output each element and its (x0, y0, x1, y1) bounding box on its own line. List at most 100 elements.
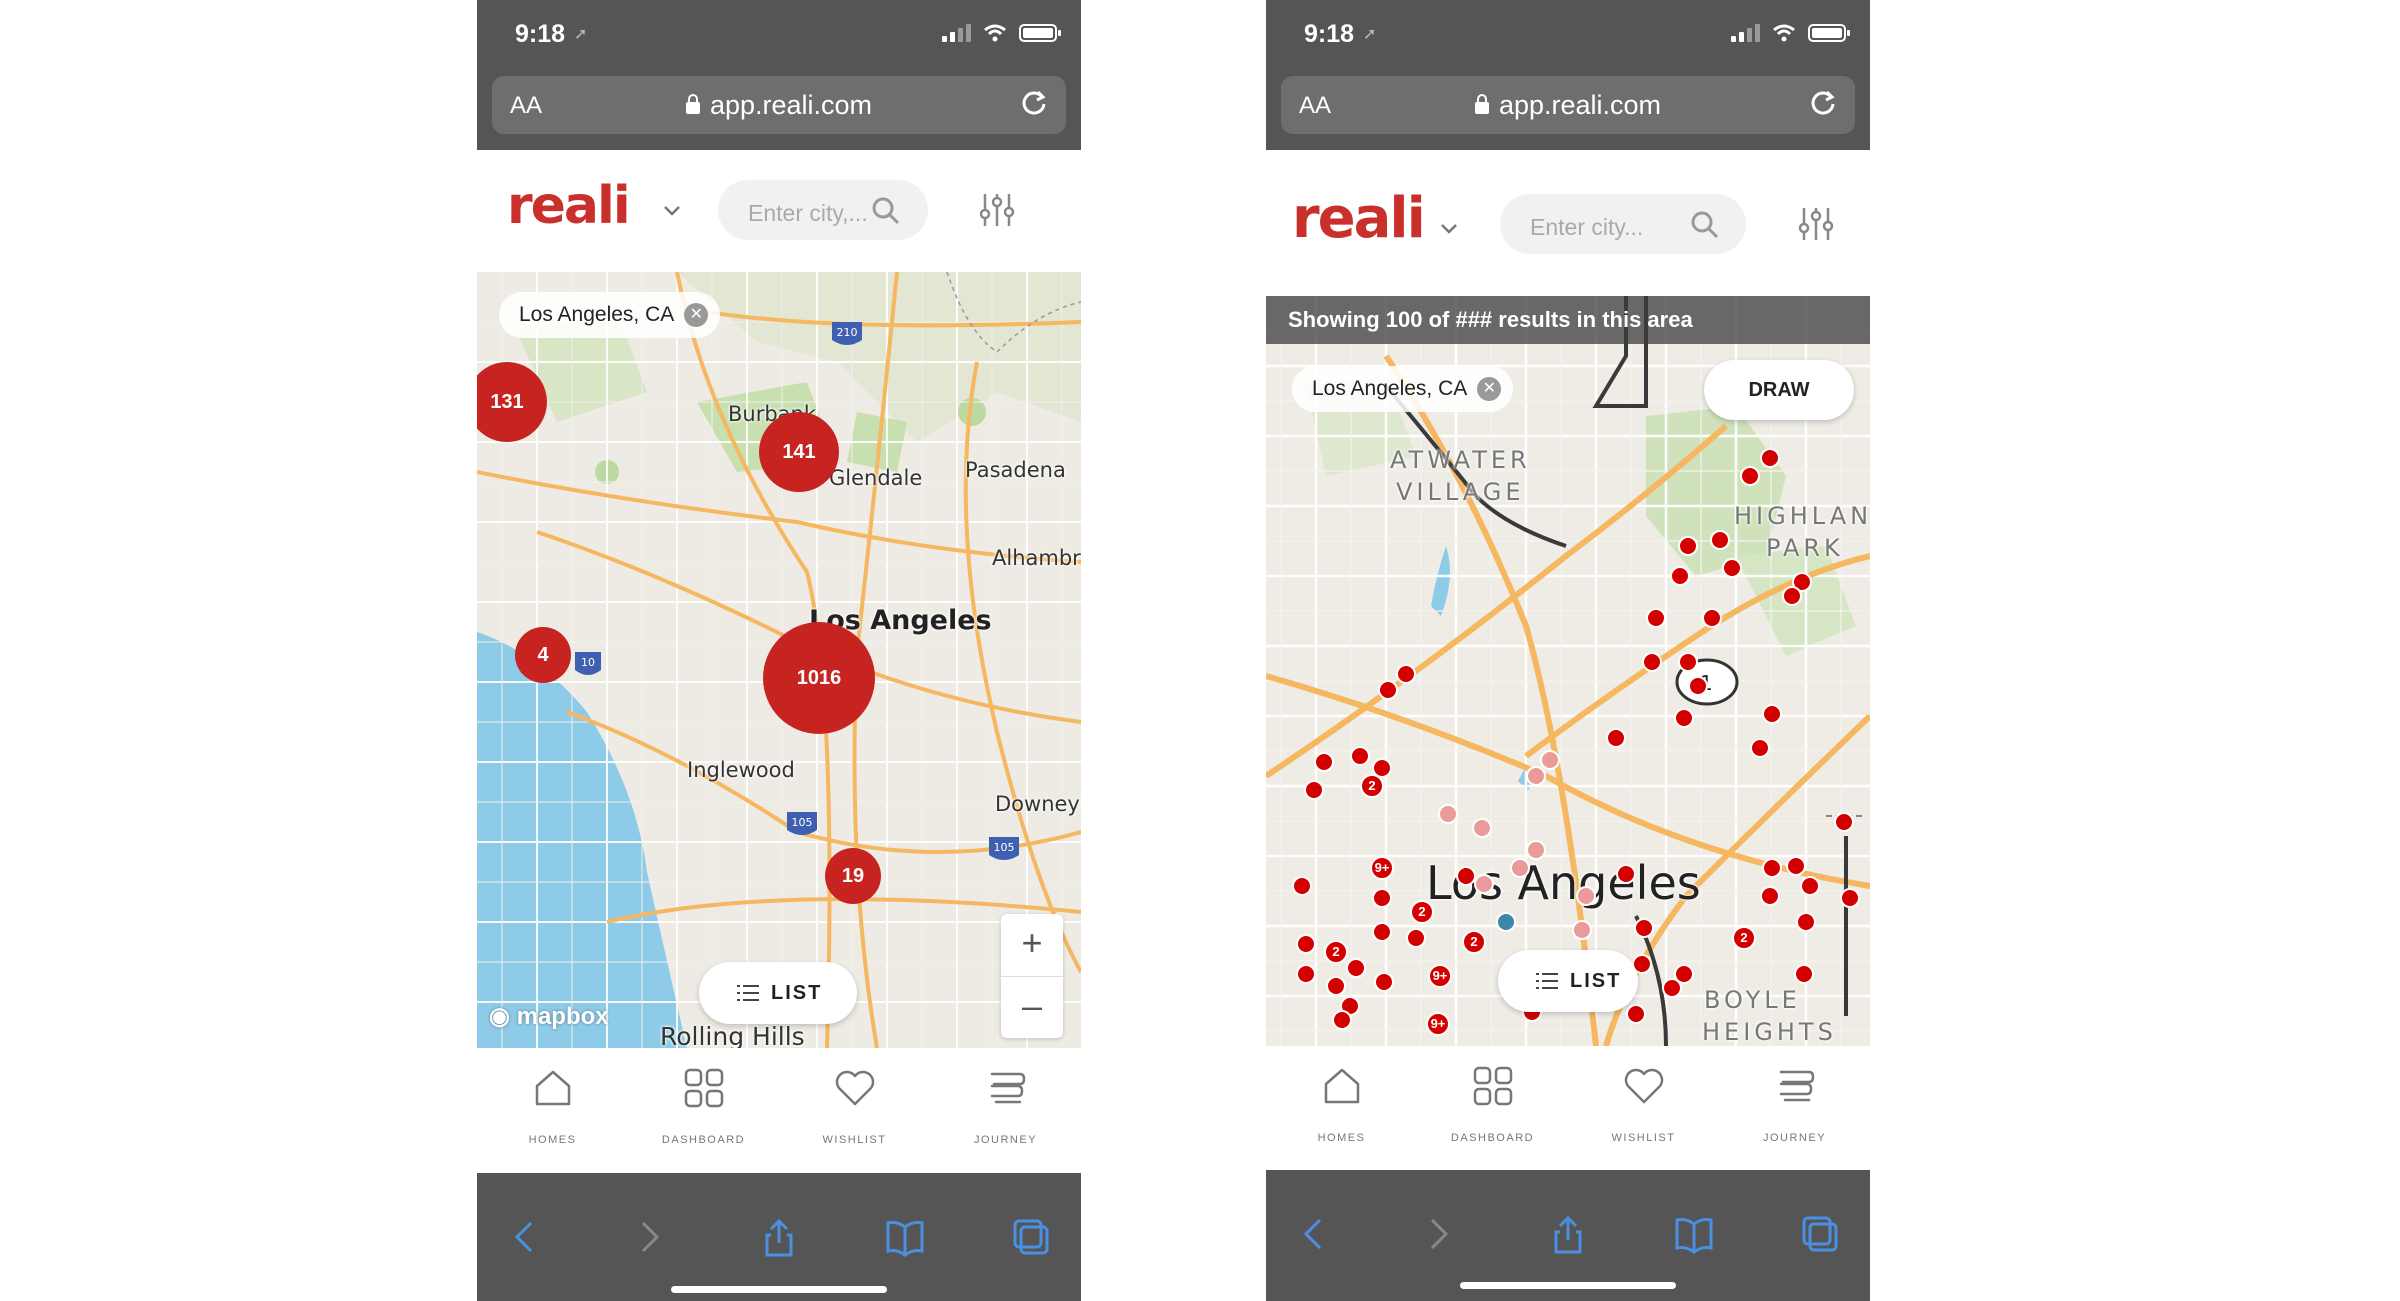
forward-icon[interactable] (629, 1217, 669, 1257)
tabs-icon[interactable] (1011, 1217, 1051, 1257)
forward-icon[interactable] (1418, 1214, 1458, 1254)
listing-pin-viewed[interactable] (1540, 750, 1560, 770)
nav-wishlist[interactable]: WISHLIST (779, 1048, 930, 1173)
zoom-in-button[interactable]: + (1001, 914, 1063, 976)
listing-pin[interactable] (1662, 978, 1682, 998)
listing-group-pin[interactable]: 9+ (1428, 964, 1452, 988)
listing-group-pin[interactable]: 2 (1360, 774, 1384, 798)
listing-pin[interactable] (1374, 972, 1394, 992)
listing-cluster[interactable]: 1016 (763, 622, 875, 734)
back-icon[interactable] (1294, 1214, 1334, 1254)
listing-pin[interactable] (1750, 738, 1770, 758)
url-bar[interactable]: AA app.reali.com (492, 76, 1066, 134)
listing-pin[interactable] (1296, 934, 1316, 954)
listing-pin[interactable] (1710, 530, 1730, 550)
listing-pin[interactable] (1722, 558, 1742, 578)
listing-pin[interactable] (1372, 888, 1392, 908)
draw-button[interactable]: DRAW (1704, 360, 1854, 420)
listing-pin[interactable] (1800, 876, 1820, 896)
reload-icon[interactable] (1016, 86, 1052, 122)
reload-icon[interactable] (1805, 86, 1841, 122)
listing-pin[interactable] (1840, 888, 1860, 908)
chevron-down-icon[interactable] (663, 202, 681, 220)
listing-pin[interactable] (1678, 536, 1698, 556)
listing-pin-viewed[interactable] (1510, 858, 1530, 878)
listing-pin[interactable] (1702, 608, 1722, 628)
url-field[interactable]: app.reali.com (1281, 90, 1855, 121)
listing-pin[interactable] (1332, 1010, 1352, 1030)
home-indicator[interactable] (1460, 1282, 1676, 1289)
nav-dashboard[interactable]: DASHBOARD (628, 1048, 779, 1173)
listing-pin[interactable] (1794, 964, 1814, 984)
listing-pin[interactable] (1642, 652, 1662, 672)
listing-pin[interactable] (1346, 958, 1366, 978)
search-icon[interactable] (871, 196, 901, 226)
nav-wishlist[interactable]: WISHLIST (1568, 1046, 1719, 1171)
listing-pin[interactable] (1688, 676, 1708, 696)
listing-pin[interactable] (1626, 1004, 1646, 1024)
listing-pin[interactable] (1372, 922, 1392, 942)
listing-pin-viewed[interactable] (1576, 886, 1596, 906)
listing-pin[interactable] (1634, 918, 1654, 938)
tabs-icon[interactable] (1800, 1214, 1840, 1254)
city-search-input[interactable]: Enter city... (1500, 194, 1746, 254)
nav-dashboard[interactable]: DASHBOARD (1417, 1046, 1568, 1171)
listing-pin-viewed[interactable] (1438, 804, 1458, 824)
listing-pin[interactable] (1378, 680, 1398, 700)
listing-pin[interactable] (1760, 886, 1780, 906)
listing-pin[interactable] (1396, 664, 1416, 684)
filter-sliders-icon[interactable] (977, 190, 1017, 230)
listing-pin-viewed[interactable] (1572, 920, 1592, 940)
listing-cluster[interactable]: 4 (515, 627, 571, 683)
listing-group-pin[interactable]: 9+ (1426, 1012, 1450, 1036)
close-icon[interactable]: ✕ (1477, 377, 1502, 401)
listing-pin[interactable] (1304, 780, 1324, 800)
listing-group-pin[interactable]: 2 (1324, 940, 1348, 964)
listing-pin[interactable] (1782, 586, 1802, 606)
listing-pin[interactable] (1456, 866, 1476, 886)
mapbox-attribution[interactable]: ◉ mapbox (489, 1002, 609, 1031)
listing-pin[interactable] (1326, 976, 1346, 996)
listing-pin[interactable] (1296, 964, 1316, 984)
location-filter-chip[interactable]: Los Angeles, CA ✕ (1292, 366, 1514, 412)
listing-pin[interactable] (1796, 912, 1816, 932)
listing-pin-viewed[interactable] (1526, 840, 1546, 860)
listing-pin[interactable] (1646, 608, 1666, 628)
list-view-button[interactable]: LIST (699, 962, 857, 1024)
listing-pin-viewed[interactable] (1474, 874, 1494, 894)
zoom-out-button[interactable]: – (1001, 976, 1063, 1038)
listing-pin[interactable] (1616, 864, 1636, 884)
chevron-down-icon[interactable] (1440, 220, 1458, 238)
listing-pin[interactable] (1762, 858, 1782, 878)
search-icon[interactable] (1690, 210, 1720, 240)
listing-pin[interactable] (1406, 928, 1426, 948)
home-indicator[interactable] (671, 1286, 887, 1293)
nav-homes[interactable]: HOMES (1266, 1046, 1417, 1171)
listing-group-pin[interactable]: 9+ (1370, 856, 1394, 880)
listing-pin[interactable] (1740, 466, 1760, 486)
reali-logo[interactable]: reali (1292, 186, 1426, 251)
listing-cluster[interactable]: 141 (759, 412, 839, 492)
listing-pin[interactable] (1834, 812, 1854, 832)
share-icon[interactable] (759, 1217, 799, 1257)
url-field[interactable]: app.reali.com (492, 90, 1066, 121)
nav-journey[interactable]: JOURNEY (1719, 1046, 1870, 1171)
reali-logo[interactable]: reali (507, 176, 631, 236)
listing-pin[interactable] (1292, 876, 1312, 896)
listing-pin[interactable] (1350, 746, 1370, 766)
listing-pin-viewed[interactable] (1526, 766, 1546, 786)
listing-pin[interactable] (1314, 752, 1334, 772)
listing-pin[interactable] (1670, 566, 1690, 586)
nav-homes[interactable]: HOMES (477, 1048, 628, 1173)
filter-sliders-icon[interactable] (1796, 204, 1836, 244)
share-icon[interactable] (1548, 1214, 1588, 1254)
listing-pin[interactable] (1786, 856, 1806, 876)
listing-pin[interactable] (1606, 728, 1626, 748)
city-search-input[interactable]: Enter city,... (718, 180, 928, 240)
listing-pin[interactable] (1762, 704, 1782, 724)
listing-cluster[interactable]: 19 (825, 848, 881, 904)
listing-pin[interactable] (1678, 652, 1698, 672)
listing-pin[interactable] (1760, 448, 1780, 468)
nav-journey[interactable]: JOURNEY (930, 1048, 1081, 1173)
bookmarks-icon[interactable] (1674, 1214, 1714, 1254)
